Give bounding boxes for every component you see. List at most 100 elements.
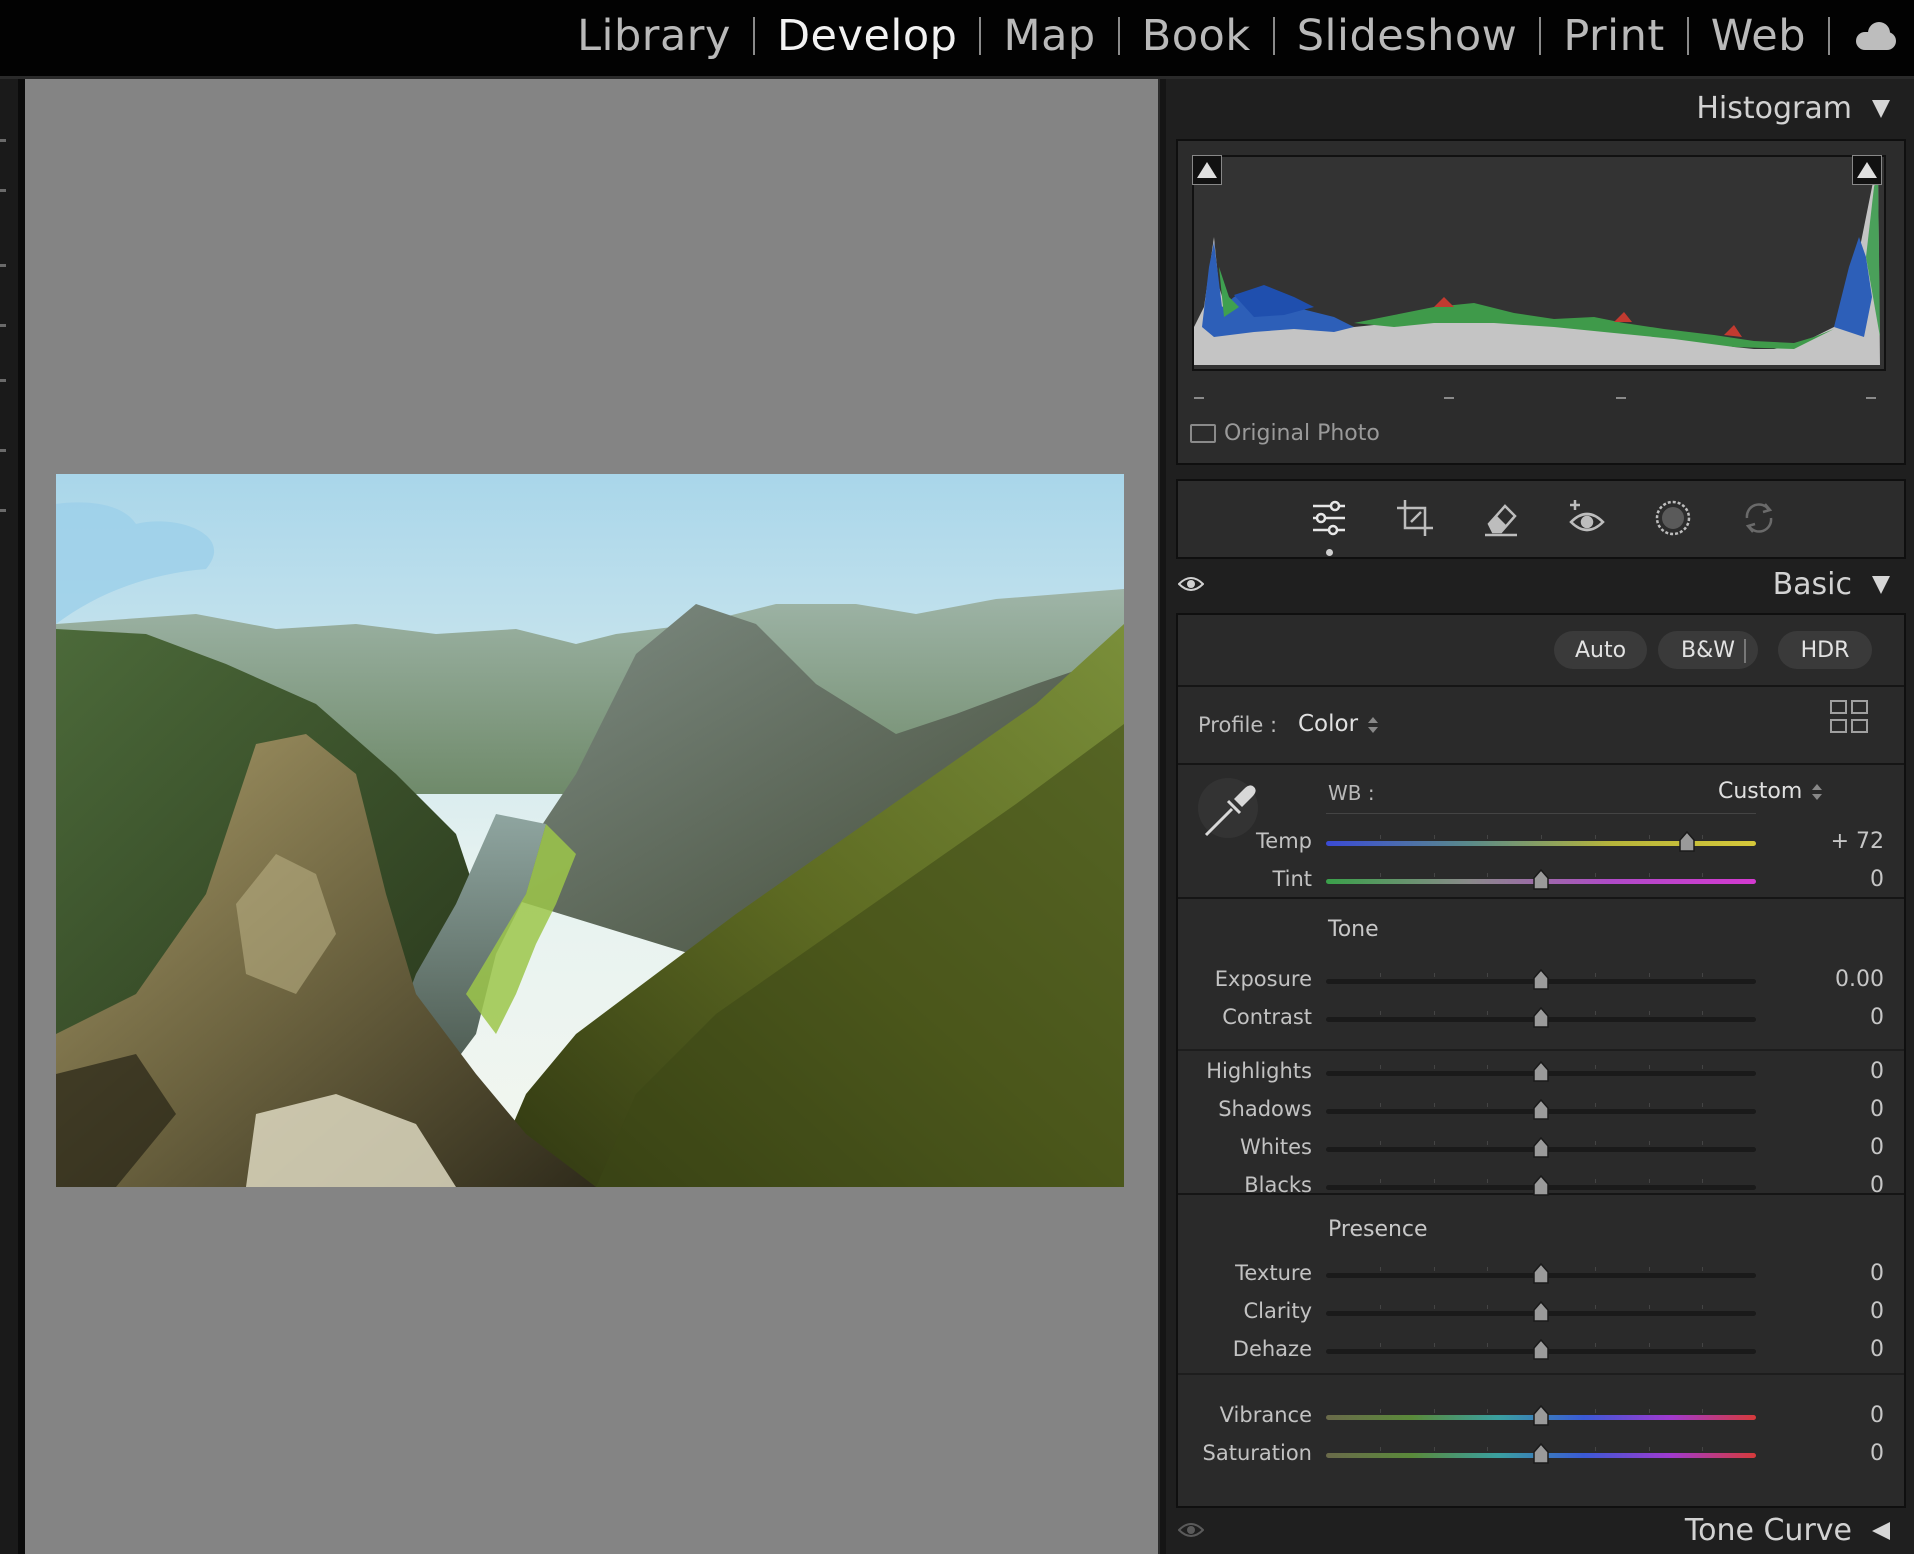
red-eye-icon[interactable] xyxy=(1566,497,1608,539)
slider-tick xyxy=(1379,1447,1381,1451)
slider-tick xyxy=(1433,1011,1435,1015)
saturation-value[interactable]: 0 xyxy=(1804,1441,1884,1466)
slider-tick xyxy=(1487,1103,1489,1107)
right-panel: Histogram Original Photo Basic Auto B&W … xyxy=(1166,79,1914,1554)
auto-button[interactable]: Auto xyxy=(1554,631,1647,669)
highlights-value[interactable]: 0 xyxy=(1804,1059,1884,1084)
tint-value[interactable]: 0 xyxy=(1804,867,1884,892)
clarity-value[interactable]: 0 xyxy=(1804,1299,1884,1324)
visibility-eye-icon[interactable] xyxy=(1178,1521,1204,1539)
slider-tick xyxy=(1702,973,1704,977)
shadows-slider-thumb[interactable] xyxy=(1533,1099,1549,1121)
texture-slider-thumb[interactable] xyxy=(1533,1263,1549,1285)
slider-tick xyxy=(1648,1103,1650,1107)
blacks-value[interactable]: 0 xyxy=(1804,1173,1884,1198)
texture-value[interactable]: 0 xyxy=(1804,1261,1884,1286)
profile-dropdown[interactable]: Color xyxy=(1298,711,1379,737)
slider-tick xyxy=(1379,873,1381,877)
highlights-slider-thumb[interactable] xyxy=(1533,1061,1549,1083)
original-photo-label: Original Photo xyxy=(1224,421,1380,446)
crop-icon[interactable] xyxy=(1394,497,1436,539)
slider-tick xyxy=(1433,1343,1435,1347)
dehaze-slider-thumb[interactable] xyxy=(1533,1339,1549,1361)
expand-triangle-icon[interactable] xyxy=(1872,1521,1890,1540)
photo-canvas[interactable] xyxy=(25,79,1158,1554)
slider-tick xyxy=(1702,1179,1704,1183)
left-panel-collapsed[interactable] xyxy=(0,79,18,1554)
slider-tick xyxy=(1702,1103,1704,1107)
shadows-label: Shadows xyxy=(1218,1097,1312,1121)
exposure-slider-thumb[interactable] xyxy=(1533,969,1549,991)
original-photo-toggle[interactable]: Original Photo xyxy=(1190,421,1380,446)
clarity-slider-thumb[interactable] xyxy=(1533,1301,1549,1323)
contrast-slider-thumb[interactable] xyxy=(1533,1007,1549,1029)
panel-tick xyxy=(0,264,6,267)
module-book[interactable]: Book xyxy=(1120,11,1273,61)
section-divider xyxy=(1178,763,1904,765)
temp-value[interactable]: + 72 xyxy=(1804,829,1884,854)
tone-section-label: Tone xyxy=(1328,917,1379,942)
visibility-eye-icon[interactable] xyxy=(1178,575,1204,593)
section-divider xyxy=(1178,685,1904,687)
histogram-header[interactable]: Histogram xyxy=(1696,91,1890,126)
histogram-readout-dash xyxy=(1866,397,1876,399)
masking-icon[interactable] xyxy=(1652,497,1694,539)
contrast-value[interactable]: 0 xyxy=(1804,1005,1884,1030)
module-map[interactable]: Map xyxy=(981,11,1117,61)
slider-tick xyxy=(1433,1305,1435,1309)
section-divider xyxy=(1178,1049,1904,1051)
highlight-clipping-toggle[interactable] xyxy=(1852,155,1882,185)
dropdown-arrows-icon xyxy=(1812,784,1823,800)
bw-button[interactable]: B&W xyxy=(1658,631,1758,669)
collapse-triangle-icon[interactable] xyxy=(1872,575,1890,594)
profile-browser-grid-icon[interactable] xyxy=(1830,699,1870,735)
basic-header[interactable]: Basic xyxy=(1773,567,1890,602)
highlights-label: Highlights xyxy=(1206,1059,1312,1083)
reset-icon[interactable] xyxy=(1738,497,1780,539)
temp-slider-thumb[interactable] xyxy=(1679,831,1695,853)
blacks-slider-thumb[interactable] xyxy=(1533,1175,1549,1197)
tone-curve-header[interactable]: Tone Curve xyxy=(1685,1513,1890,1548)
slider-tick xyxy=(1433,835,1435,839)
module-print[interactable]: Print xyxy=(1541,11,1686,61)
slider-tick xyxy=(1379,835,1381,839)
histogram-graph[interactable] xyxy=(1192,155,1886,371)
slider-tick xyxy=(1648,1141,1650,1145)
exposure-value[interactable]: 0.00 xyxy=(1804,967,1884,992)
slider-tick xyxy=(1648,973,1650,977)
tint-slider-thumb[interactable] xyxy=(1533,869,1549,891)
slider-tick xyxy=(1487,1267,1489,1271)
slider-tick xyxy=(1379,1267,1381,1271)
histogram-readout-dash xyxy=(1444,397,1454,399)
active-tool-indicator xyxy=(1326,549,1333,556)
healing-eraser-icon[interactable] xyxy=(1480,497,1522,539)
blacks-label: Blacks xyxy=(1244,1173,1312,1197)
slider-tick xyxy=(1594,1305,1596,1309)
module-library[interactable]: Library xyxy=(555,11,753,61)
slider-tick xyxy=(1648,873,1650,877)
wb-dropdown[interactable]: Custom xyxy=(1718,779,1823,804)
vibrance-slider-thumb[interactable] xyxy=(1533,1405,1549,1427)
slider-tick xyxy=(1487,1447,1489,1451)
hdr-button[interactable]: HDR xyxy=(1778,631,1872,669)
shadows-value[interactable]: 0 xyxy=(1804,1097,1884,1122)
whites-slider-thumb[interactable] xyxy=(1533,1137,1549,1159)
original-photo-checkbox[interactable] xyxy=(1190,424,1216,443)
saturation-slider-thumb[interactable] xyxy=(1533,1443,1549,1465)
photo-preview[interactable] xyxy=(56,474,1124,1187)
collapse-triangle-icon[interactable] xyxy=(1872,99,1890,118)
vibrance-value[interactable]: 0 xyxy=(1804,1403,1884,1428)
panel-tick xyxy=(0,139,6,142)
module-develop[interactable]: Develop xyxy=(755,11,980,61)
dehaze-value[interactable]: 0 xyxy=(1804,1337,1884,1362)
whites-value[interactable]: 0 xyxy=(1804,1135,1884,1160)
module-slideshow[interactable]: Slideshow xyxy=(1275,11,1540,61)
profile-value: Color xyxy=(1298,711,1359,737)
shadow-clipping-toggle[interactable] xyxy=(1192,155,1222,185)
slider-tick xyxy=(1702,835,1704,839)
edit-sliders-icon[interactable] xyxy=(1308,497,1350,539)
panel-tick xyxy=(0,449,6,452)
slider-tick xyxy=(1379,1179,1381,1183)
cloud-icon[interactable] xyxy=(1852,22,1896,50)
module-web[interactable]: Web xyxy=(1689,11,1828,61)
